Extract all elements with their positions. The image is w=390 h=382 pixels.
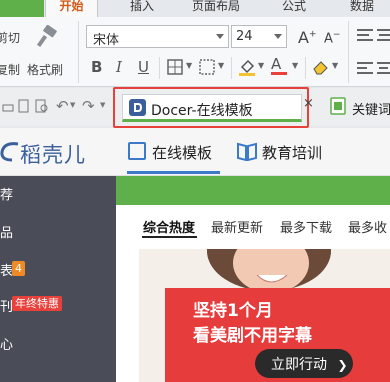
align-left-icon[interactable] xyxy=(357,61,373,75)
menu-tab-data[interactable]: 数据 xyxy=(350,0,374,17)
sidebar-item-featured[interactable]: 心 xyxy=(0,334,13,353)
chevron-down-icon[interactable]: ▼ xyxy=(186,61,192,70)
menu-tab-page-layout[interactable]: 页面布局 xyxy=(192,0,240,17)
cut-button[interactable]: 剪切 xyxy=(0,29,20,46)
nav-education-training[interactable]: 教育培训 xyxy=(262,142,322,163)
borders-icon[interactable] xyxy=(167,59,183,75)
template-icon xyxy=(128,142,146,160)
banner-headline: 坚持1个月 xyxy=(193,301,273,321)
align-middle-icon[interactable] xyxy=(377,28,390,42)
nav-active-indicator xyxy=(127,171,220,174)
filter-most-downloads[interactable]: 最多下载 xyxy=(280,217,332,236)
format-painter-icon[interactable] xyxy=(34,25,58,49)
print-preview-icon[interactable] xyxy=(18,99,30,113)
copy-button[interactable]: 复制 xyxy=(0,61,20,78)
grow-font-button[interactable]: A+ xyxy=(298,28,317,47)
chevron-down-icon[interactable]: ▼ xyxy=(292,61,298,70)
undo-icon[interactable]: ↶ xyxy=(56,97,69,115)
font-name-select[interactable]: 宋体 xyxy=(86,25,229,48)
sidebar-item-recommended[interactable]: 荐 xyxy=(0,184,13,203)
ribbon-divider xyxy=(231,57,232,79)
chevron-down-icon[interactable]: ▼ xyxy=(218,61,224,70)
ribbon-divider xyxy=(348,21,349,83)
chevron-down-icon[interactable]: ▼ xyxy=(100,101,105,109)
merge-cells-icon[interactable] xyxy=(199,59,215,75)
filter-most-favorites[interactable]: 最多收 xyxy=(348,217,387,236)
docer-header: 稻壳儿 在线模板 教育培训 xyxy=(0,128,390,176)
ribbon-toolbar: 剪切 复制 格式刷 宋体 24 A+ A− B I U ▼ ▼ ▼ A ▼ ▼ xyxy=(0,17,390,87)
align-top-icon[interactable] xyxy=(357,28,373,42)
shrink-font-button[interactable]: A− xyxy=(324,30,340,46)
banner-cta-button[interactable]: 立即行动 ❯ xyxy=(255,349,353,378)
tab-label: 关键词 xyxy=(352,103,390,118)
font-color-icon[interactable]: A xyxy=(271,55,287,75)
category-sidebar: 荐 品 表 4 刊 年终特惠 心 xyxy=(0,176,116,382)
redo-icon[interactable]: ↷ xyxy=(82,97,95,115)
ribbon-divider xyxy=(305,57,306,79)
menu-tab-insert[interactable]: 插入 xyxy=(130,0,154,17)
filter-active-indicator xyxy=(142,236,197,238)
menu-tab-home[interactable]: 开始 xyxy=(45,0,98,17)
banner-subheadline: 看美剧不用字幕 xyxy=(193,326,312,346)
green-header-band xyxy=(116,176,390,205)
chevron-down-icon[interactable]: ▼ xyxy=(70,101,75,109)
spreadsheet-icon xyxy=(330,97,346,115)
chevron-right-icon: ❯ xyxy=(337,358,348,372)
italic-button[interactable]: I xyxy=(116,58,122,76)
book-icon xyxy=(237,142,257,161)
print-preview-zoom-icon[interactable] xyxy=(35,99,49,113)
docer-brand-icon xyxy=(0,142,19,162)
menu-bar: 开始 插入 页面布局 公式 数据 xyxy=(0,0,390,17)
menu-tab-formula[interactable]: 公式 xyxy=(282,0,306,17)
ribbon-divider xyxy=(78,21,79,83)
sidebar-count-badge: 4 xyxy=(12,261,25,276)
clear-format-icon[interactable] xyxy=(311,57,331,77)
sidebar-promo-badge: 年终特惠 xyxy=(12,296,62,311)
nav-online-templates[interactable]: 在线模板 xyxy=(152,142,212,163)
align-center-icon[interactable] xyxy=(377,61,390,75)
highlight-box xyxy=(113,87,309,128)
filter-latest[interactable]: 最新更新 xyxy=(211,217,263,236)
sidebar-item-products[interactable]: 品 xyxy=(0,222,13,241)
print-icon[interactable] xyxy=(2,101,14,113)
format-painter-label: 格式刷 xyxy=(27,63,64,77)
bold-button[interactable]: B xyxy=(91,58,102,76)
font-size-select[interactable]: 24 xyxy=(231,25,287,48)
menu-tab-file[interactable] xyxy=(0,0,44,17)
chevron-down-icon[interactable]: ▼ xyxy=(258,61,264,70)
fill-color-icon[interactable] xyxy=(238,57,256,77)
font-name-value: 宋体 xyxy=(93,33,120,48)
docer-logo-text: 稻壳儿 xyxy=(20,143,86,167)
chevron-down-icon xyxy=(274,34,282,39)
chevron-down-icon xyxy=(216,34,224,39)
ribbon-divider xyxy=(159,57,160,79)
font-size-value: 24 xyxy=(236,29,253,44)
close-tab-icon[interactable]: × xyxy=(303,96,314,111)
underline-button[interactable]: U xyxy=(138,58,149,76)
filter-popular[interactable]: 综合热度 xyxy=(143,217,195,236)
chevron-down-icon[interactable]: ▼ xyxy=(332,61,338,70)
